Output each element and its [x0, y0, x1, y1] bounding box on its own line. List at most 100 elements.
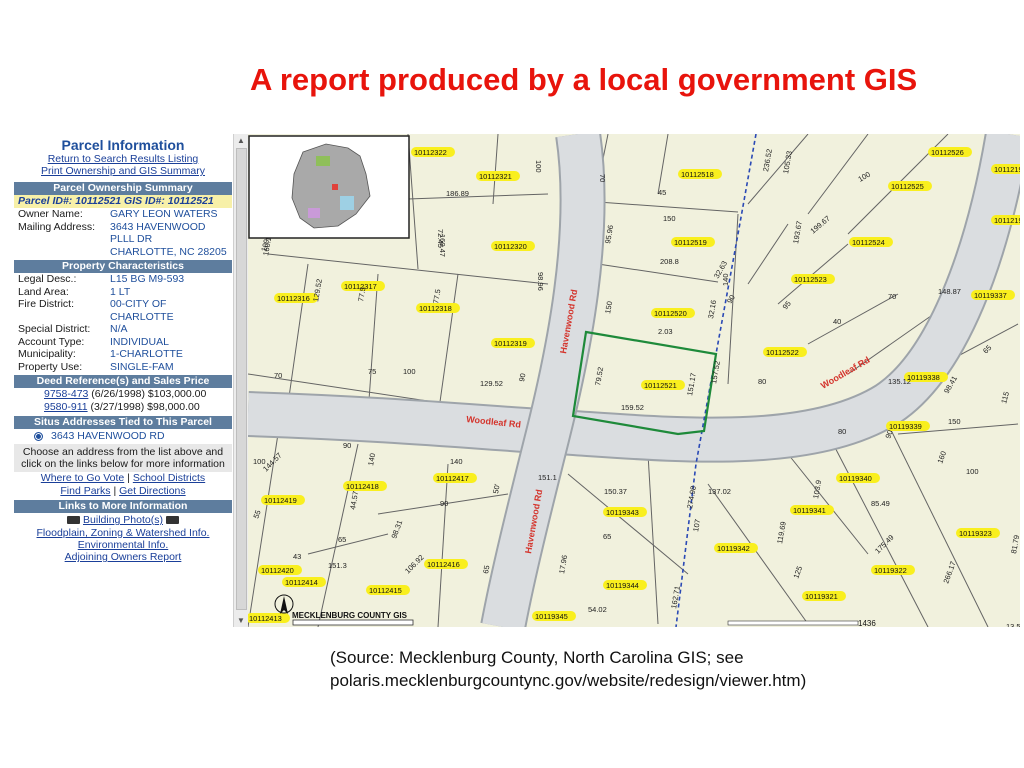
inset-area-blue	[340, 196, 354, 210]
parcel-label[interactable]: 10119337	[974, 291, 1007, 300]
special-district-label: Special District:	[18, 323, 91, 335]
get-directions-link[interactable]: Get Directions	[119, 485, 186, 497]
parcel-label[interactable]: 10112321	[479, 172, 512, 181]
building-photos-link[interactable]: Building Photo(s)	[83, 514, 163, 526]
parcel-label[interactable]: 10112525	[891, 182, 924, 191]
parcel-label[interactable]: 10119342	[717, 544, 750, 553]
dimension-label: 43	[293, 552, 301, 561]
parcel-label[interactable]: 10112318	[419, 304, 452, 313]
parks-links-row: Find Parks | Get Directions	[60, 485, 186, 497]
parcel-label[interactable]: 10112320	[494, 242, 527, 251]
parcel-label[interactable]: 10112322	[414, 148, 447, 157]
property-use-value: SINGLE-FAM	[110, 360, 174, 373]
parcel-label[interactable]: 10112193	[994, 165, 1020, 174]
parcel-label[interactable]: 10112523	[794, 275, 827, 284]
parcel-label[interactable]: 10119343	[606, 508, 639, 517]
parcel-label[interactable]: 10119322	[874, 566, 907, 575]
deed-row-1: 9758-473 (6/26/1998) $103,000.00	[14, 388, 232, 401]
parcel-label[interactable]: 10119321	[805, 592, 838, 601]
deed-link-2[interactable]: 9580-911	[44, 401, 88, 413]
situs-address: 3643 HAVENWOOD RD	[51, 430, 165, 442]
parcel-label[interactable]: 10112419	[264, 496, 297, 505]
dimension-label: 135.12	[888, 377, 911, 386]
property-header: Property Characteristics	[14, 260, 232, 273]
scrollbar-thumb[interactable]	[236, 148, 247, 610]
school-districts-link[interactable]: School Districts	[133, 472, 205, 484]
parcel-label[interactable]: 10112416	[427, 560, 460, 569]
dimension-label: 100	[966, 467, 979, 476]
parcel-label[interactable]: 10112417	[436, 474, 469, 483]
dimension-label: 65	[338, 535, 346, 544]
overview-inset[interactable]	[248, 135, 410, 239]
dimension-label: 80	[838, 427, 846, 436]
adjoining-owners-link[interactable]: Adjoining Owners Report	[14, 551, 232, 563]
parcel-label[interactable]: 10112420	[261, 566, 294, 575]
mailing-line-2: PLLL DR	[110, 233, 153, 245]
links-header: Links to More Information	[14, 500, 232, 513]
floodplain-link[interactable]: Floodplain, Zoning & Watershed Info.	[14, 527, 232, 539]
parcel-label[interactable]: 10112319	[494, 339, 527, 348]
municipality-value: 1-CHARLOTTE	[110, 348, 183, 360]
parcel-label[interactable]: 10112519	[674, 238, 707, 247]
parcel-id-line: Parcel ID#: 10112521 GIS ID#: 10112521	[14, 195, 232, 208]
vote-links-row: Where to Go Vote | School Districts	[40, 472, 206, 484]
panel-scrollbar[interactable]: ▲ ▼	[233, 134, 248, 627]
mailing-line-3: CHARLOTTE, NC 28205	[110, 245, 227, 258]
parcel-label[interactable]: 10119341	[793, 506, 826, 515]
scale-value: 1436	[858, 619, 876, 627]
parcel-label[interactable]: 10119323	[959, 529, 992, 538]
dimension-label: 90	[440, 499, 448, 508]
dimension-label: 159.52	[621, 403, 644, 412]
print-summary-link[interactable]: Print Ownership and GIS Summary	[14, 165, 232, 177]
property-use-label: Property Use:	[18, 360, 83, 373]
parcel-label[interactable]: 10112413	[249, 614, 282, 623]
dimension-label: 90	[343, 441, 351, 450]
parcel-label[interactable]: 10112524	[852, 238, 885, 247]
environmental-link[interactable]: Environmental Info.	[14, 539, 232, 551]
parcel-info-panel: Parcel Information Return to Search Resu…	[14, 134, 232, 627]
parcel-label[interactable]: 10119345	[535, 612, 568, 621]
owner-value: GARY LEON WATERS	[110, 208, 218, 220]
parcel-label[interactable]: 10119339	[889, 422, 922, 431]
dimension-label: 70	[598, 174, 607, 182]
situs-option[interactable]: 3643 HAVENWOOD RD	[14, 429, 232, 444]
dimension-label: 70	[888, 292, 896, 301]
dimension-label: 72.45	[436, 229, 445, 248]
situs-radio[interactable]	[34, 431, 43, 441]
parcel-label[interactable]: 10112526	[931, 148, 964, 157]
dimension-label: 129.52	[480, 379, 503, 388]
dimension-label: 148.87	[938, 287, 961, 296]
dimension-label: 208.8	[660, 257, 679, 266]
parcel-label[interactable]: 10119344	[606, 581, 639, 590]
parcel-map[interactable]: Havenwood Rd Woodleaf Rd Havenwood Rd Wo…	[248, 134, 1020, 627]
selected-parcel-label[interactable]: 10112521	[644, 381, 677, 390]
parcel-label[interactable]: 10112415	[369, 586, 402, 595]
parcel-label[interactable]: 10112522	[766, 348, 799, 357]
parcel-label[interactable]: 10119340	[839, 474, 872, 483]
dimension-label: 85.49	[871, 499, 890, 508]
deed-link-1[interactable]: 9758-473	[44, 388, 88, 400]
dimension-label: 150	[948, 417, 961, 426]
parcel-label[interactable]: 10112518	[681, 170, 714, 179]
mailing-row: Mailing Address: 3643 HAVENWOOD PLLL DR …	[14, 221, 232, 259]
dimension-label: 150.37	[604, 487, 627, 496]
dimension-label: 151.1	[538, 473, 557, 482]
parcel-label[interactable]: 10119338	[907, 373, 940, 382]
parcel-label[interactable]: 10112316	[277, 294, 310, 303]
dimension-label: 137.02	[708, 487, 731, 496]
deed-row-2: 9580-911 (3/27/1998) $98,000.00	[14, 401, 232, 414]
return-to-results-link[interactable]: Return to Search Results Listing	[14, 153, 232, 165]
source-line-2: polaris.mecklenburgcountync.gov/website/…	[330, 671, 807, 690]
parcel-label[interactable]: 10112520	[654, 309, 687, 318]
parcel-label[interactable]: 10112193	[994, 216, 1020, 225]
account-type-label: Account Type:	[18, 335, 85, 348]
dimension-label: 54.02	[588, 605, 607, 614]
mailing-line-1: 3643 HAVENWOOD	[110, 220, 206, 233]
find-parks-link[interactable]: Find Parks	[60, 485, 110, 497]
parcel-label[interactable]: 10112418	[346, 482, 379, 491]
where-to-vote-link[interactable]: Where to Go Vote	[41, 472, 124, 484]
parcel-label[interactable]: 10112414	[285, 578, 318, 587]
scroll-up-icon[interactable]: ▲	[237, 136, 245, 145]
scroll-down-icon[interactable]: ▼	[237, 616, 245, 625]
inset-area-green	[316, 156, 330, 166]
